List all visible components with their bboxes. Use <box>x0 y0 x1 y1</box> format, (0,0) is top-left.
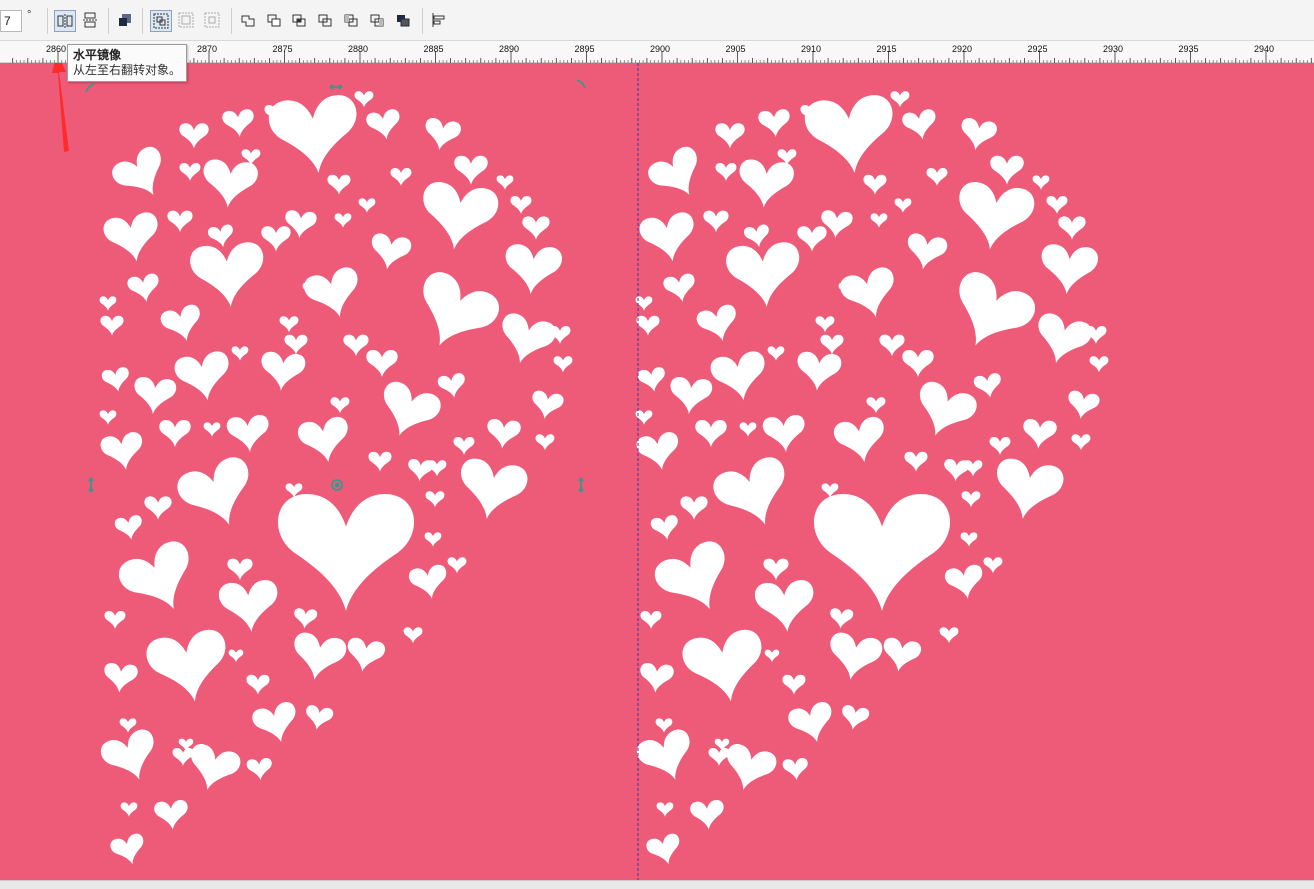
align-icon <box>432 13 445 27</box>
group-icon <box>153 13 169 29</box>
tooltip-title: 水平镜像 <box>73 48 122 62</box>
ruler-label: 2930 <box>1103 44 1123 54</box>
boundary-icon <box>397 15 410 27</box>
ungroup-icon <box>178 12 194 28</box>
ruler-label: 2925 <box>1027 44 1047 54</box>
front-minus-back-button[interactable] <box>341 10 363 32</box>
weld-icon <box>241 15 255 27</box>
ruler-scale: 2860 2870 2875 2880 2885 2890 2895 2900 2905 2910… <box>12 44 1312 63</box>
drawing-canvas[interactable] <box>0 52 1314 880</box>
ungroup-all-button[interactable] <box>202 10 224 32</box>
horizontal-ruler[interactable]: 2860 2870 2875 2880 2885 2890 2895 2900 2905 2910… <box>0 41 1314 63</box>
ruler-label: 2880 <box>348 44 368 54</box>
angle-unit-label: ° <box>27 9 32 21</box>
ruler-label: 2875 <box>272 44 292 54</box>
back-minus-front-icon <box>370 14 384 27</box>
mirror-vertical-icon <box>83 12 97 28</box>
ruler-label: 2940 <box>1254 44 1274 54</box>
ruler-label: 2860 <box>46 44 66 54</box>
toolbar-divider <box>47 8 48 34</box>
ruler-label: 2920 <box>952 44 972 54</box>
simplify-button[interactable] <box>315 10 337 32</box>
weld-button[interactable] <box>238 10 260 32</box>
arrange-order-button[interactable] <box>115 10 137 32</box>
intersect-icon <box>292 14 306 27</box>
mirror-horizontal-icon <box>57 14 73 28</box>
intersect-button[interactable] <box>289 10 311 32</box>
toolbar-divider <box>142 8 143 34</box>
rotation-angle-input[interactable]: 7 <box>0 10 22 32</box>
ruler-label: 2915 <box>876 44 896 54</box>
mirror-vertical-button[interactable] <box>80 10 102 32</box>
ruler-label: 2890 <box>499 44 519 54</box>
ruler-label: 2905 <box>725 44 745 54</box>
align-distribute-button[interactable] <box>429 10 451 32</box>
tooltip: 水平镜像 从左至右翻转对象。 <box>67 44 187 82</box>
ungroup-objects-button[interactable] <box>176 10 198 32</box>
ruler-label: 2910 <box>801 44 821 54</box>
create-boundary-button[interactable] <box>393 10 415 32</box>
trim-icon <box>267 14 281 27</box>
status-bar <box>0 880 1314 889</box>
back-minus-front-button[interactable] <box>367 10 389 32</box>
toolbar-divider <box>231 8 232 34</box>
group-objects-button[interactable] <box>150 10 172 32</box>
ruler-label: 2895 <box>574 44 594 54</box>
ungroup-all-icon <box>204 12 220 28</box>
canvas-artwork <box>0 52 1314 880</box>
mirror-horizontal-button[interactable] <box>54 10 76 32</box>
ruler-label: 2935 <box>1178 44 1198 54</box>
ruler-label: 2885 <box>423 44 443 54</box>
toolbar-divider <box>422 8 423 34</box>
front-minus-back-icon <box>344 14 358 27</box>
trim-button[interactable] <box>264 10 286 32</box>
simplify-icon <box>318 14 332 27</box>
property-toolbar: 7 ° <box>0 0 1314 41</box>
ruler-label: 2900 <box>650 44 670 54</box>
ruler-label: 2870 <box>197 44 217 54</box>
arrange-order-icon <box>119 14 131 26</box>
toolbar-divider <box>108 8 109 34</box>
tooltip-description: 从左至右翻转对象。 <box>73 63 182 77</box>
